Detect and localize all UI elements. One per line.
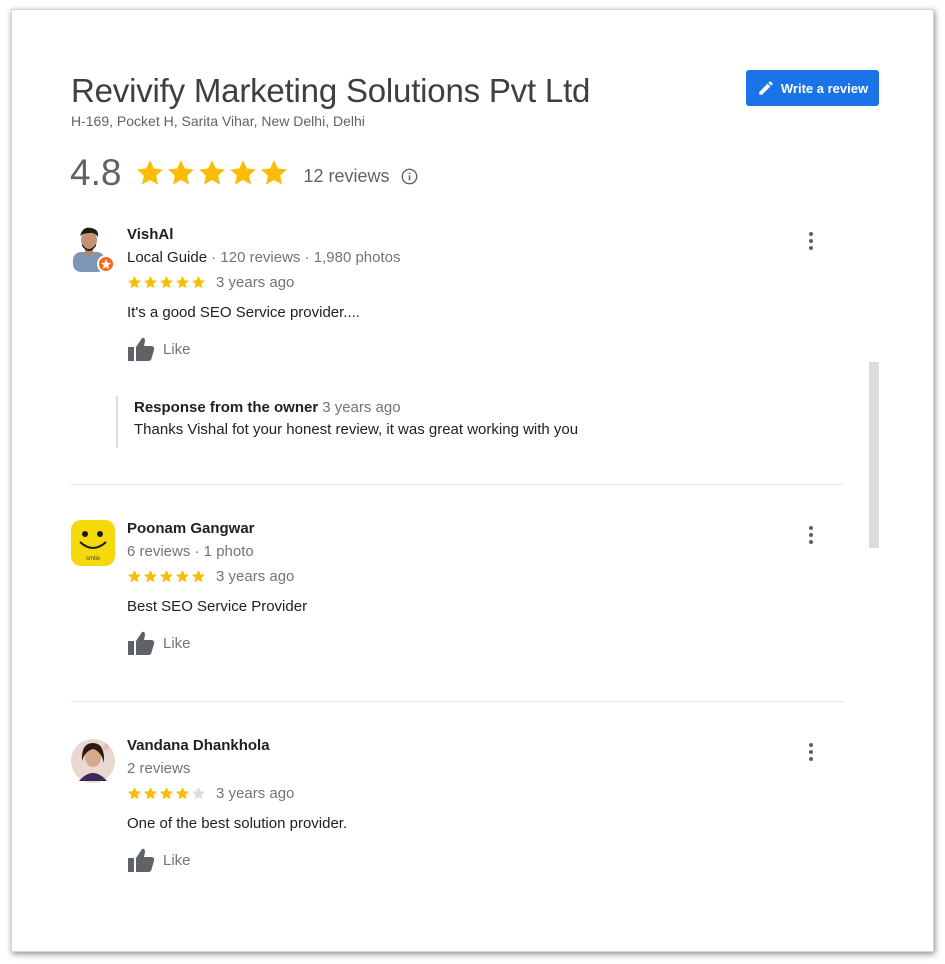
review-date: 3 years ago: [216, 785, 295, 802]
star-icon: [261, 160, 288, 185]
star-icon: [144, 276, 157, 289]
scrollbar[interactable]: [869, 362, 879, 548]
review-count: 12 reviews: [303, 165, 390, 186]
divider: [70, 701, 844, 702]
like-button[interactable]: Like: [127, 847, 207, 873]
owner-response: Response from the owner 3 years ago Thank…: [116, 396, 834, 448]
review-stars: [127, 275, 206, 290]
like-label: Like: [163, 340, 191, 358]
star-icon: [176, 276, 189, 289]
star-icon: [128, 787, 141, 800]
reviewer-meta: 6 reviews · 1 photo: [127, 543, 254, 560]
more-vert-icon[interactable]: [801, 230, 821, 252]
star-icon: [192, 787, 205, 800]
star-icon: [160, 570, 173, 583]
thumbs-up-icon: [128, 631, 155, 655]
star-icon: [230, 160, 257, 185]
star-icon: [192, 276, 205, 289]
star-icon: [128, 570, 141, 583]
reviewer-name[interactable]: VishAl: [127, 226, 827, 246]
review-text: It's a good SEO Service provider....: [127, 304, 360, 321]
like-label: Like: [163, 634, 191, 652]
rating-value: 4.8: [70, 152, 122, 193]
overall-stars: [135, 158, 289, 188]
star-icon: [160, 787, 173, 800]
like-button[interactable]: Like: [127, 336, 207, 362]
review-text: Best SEO Service Provider: [127, 598, 308, 615]
avatar[interactable]: smile: [71, 520, 115, 568]
more-vert-icon[interactable]: [801, 524, 821, 546]
avatar-text: smile: [86, 556, 101, 562]
review-stars: [127, 786, 206, 801]
thumbs-up-icon: [128, 337, 155, 361]
review-date: 3 years ago: [216, 274, 295, 291]
review-stars: [127, 569, 206, 584]
owner-response-text: Thanks Vishal fot your honest review, it…: [134, 421, 579, 438]
reviewer-meta: Local Guide · 120 reviews · 1,980 photos: [127, 249, 827, 266]
star-icon: [199, 160, 226, 185]
reviewer-name[interactable]: Poonam Gangwar: [127, 520, 827, 540]
reviews-dialog: Revivify Marketing Solutions Pvt Ltd H-1…: [11, 9, 934, 952]
avatar[interactable]: [71, 226, 115, 274]
avatar[interactable]: [71, 737, 115, 785]
owner-response-title: Response from the owner: [134, 399, 319, 416]
star-icon: [176, 787, 189, 800]
reviewer-meta: 2 reviews: [127, 760, 191, 777]
star-icon: [176, 570, 189, 583]
star-icon: [144, 787, 157, 800]
overall-rating: 4.8 12 reviews: [70, 152, 418, 194]
like-button[interactable]: Like: [127, 630, 207, 656]
business-name: Revivify Marketing Solutions Pvt Ltd: [71, 72, 591, 109]
like-label: Like: [163, 851, 191, 869]
write-review-button[interactable]: Write a review: [746, 70, 879, 106]
star-icon: [137, 160, 164, 185]
divider: [70, 484, 844, 485]
star-icon: [144, 570, 157, 583]
local-guide-label: Local Guide: [127, 249, 208, 266]
star-icon: [192, 570, 205, 583]
write-review-label: Write a review: [780, 80, 869, 96]
info-icon[interactable]: [401, 168, 418, 185]
owner-response-date: 3 years ago: [322, 399, 401, 416]
star-icon: [128, 276, 141, 289]
star-icon: [160, 276, 173, 289]
pencil-icon: [759, 81, 773, 95]
star-icon: [168, 160, 195, 185]
business-address: H-169, Pocket H, Sarita Vihar, New Delhi…: [71, 113, 365, 129]
thumbs-up-icon: [128, 848, 155, 872]
review-date: 3 years ago: [216, 568, 295, 585]
reviewer-stats: · 120 reviews · 1,980 photos: [207, 249, 401, 266]
more-vert-icon[interactable]: [801, 741, 821, 763]
review-text: One of the best solution provider.: [127, 815, 348, 832]
reviewer-name[interactable]: Vandana Dhankhola: [127, 737, 827, 757]
